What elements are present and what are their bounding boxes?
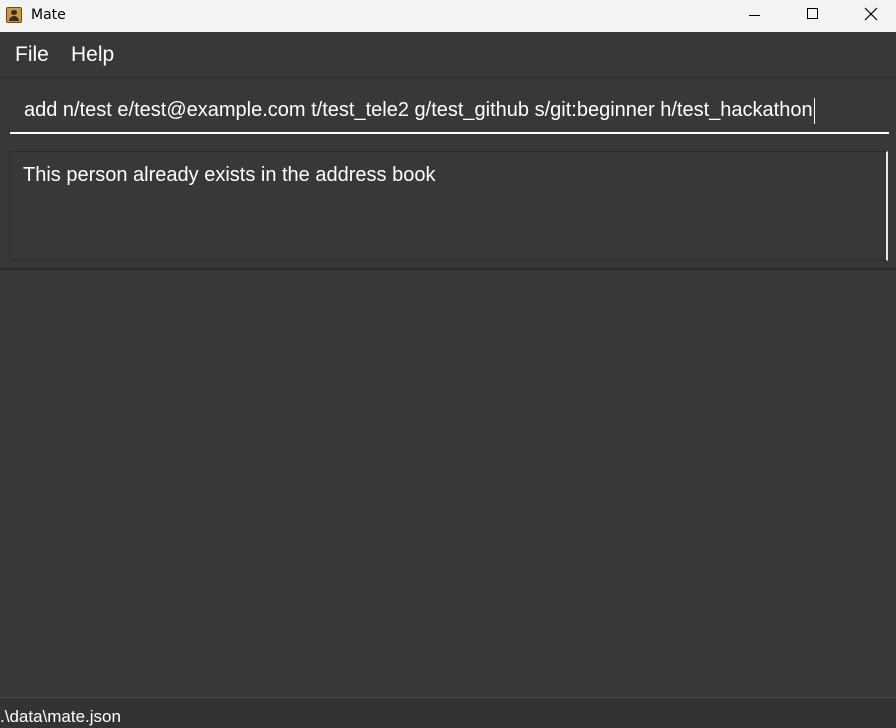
close-icon (864, 7, 878, 21)
menu-bar: File Help (0, 32, 896, 78)
close-button[interactable] (842, 0, 896, 32)
address-book-icon (6, 7, 22, 23)
text-caret (813, 97, 815, 124)
person-list-panel[interactable] (0, 270, 896, 697)
result-message: This person already exists in the addres… (23, 164, 436, 186)
result-display[interactable]: This person already exists in the addres… (9, 151, 888, 261)
minimize-button[interactable] (726, 0, 784, 32)
status-bar: .\data\mate.json (0, 697, 896, 728)
save-file-path: .\data\mate.json (0, 707, 121, 726)
title-bar[interactable]: Mate (0, 0, 896, 32)
menu-help[interactable]: Help (71, 42, 114, 68)
command-input[interactable]: add n/test e/test@example.com t/test_tel… (10, 88, 889, 134)
maximize-button[interactable] (784, 0, 842, 32)
window-title: Mate (31, 7, 66, 23)
result-display-panel: This person already exists in the addres… (0, 144, 896, 270)
maximize-icon (807, 8, 818, 19)
command-text: add n/test e/test@example.com t/test_tel… (24, 99, 813, 121)
app-window: Mate File Help add n/test e/test@example… (0, 0, 896, 728)
command-box: add n/test e/test@example.com t/test_tel… (0, 78, 896, 144)
minimize-icon (749, 15, 760, 16)
menu-file[interactable]: File (15, 42, 49, 68)
